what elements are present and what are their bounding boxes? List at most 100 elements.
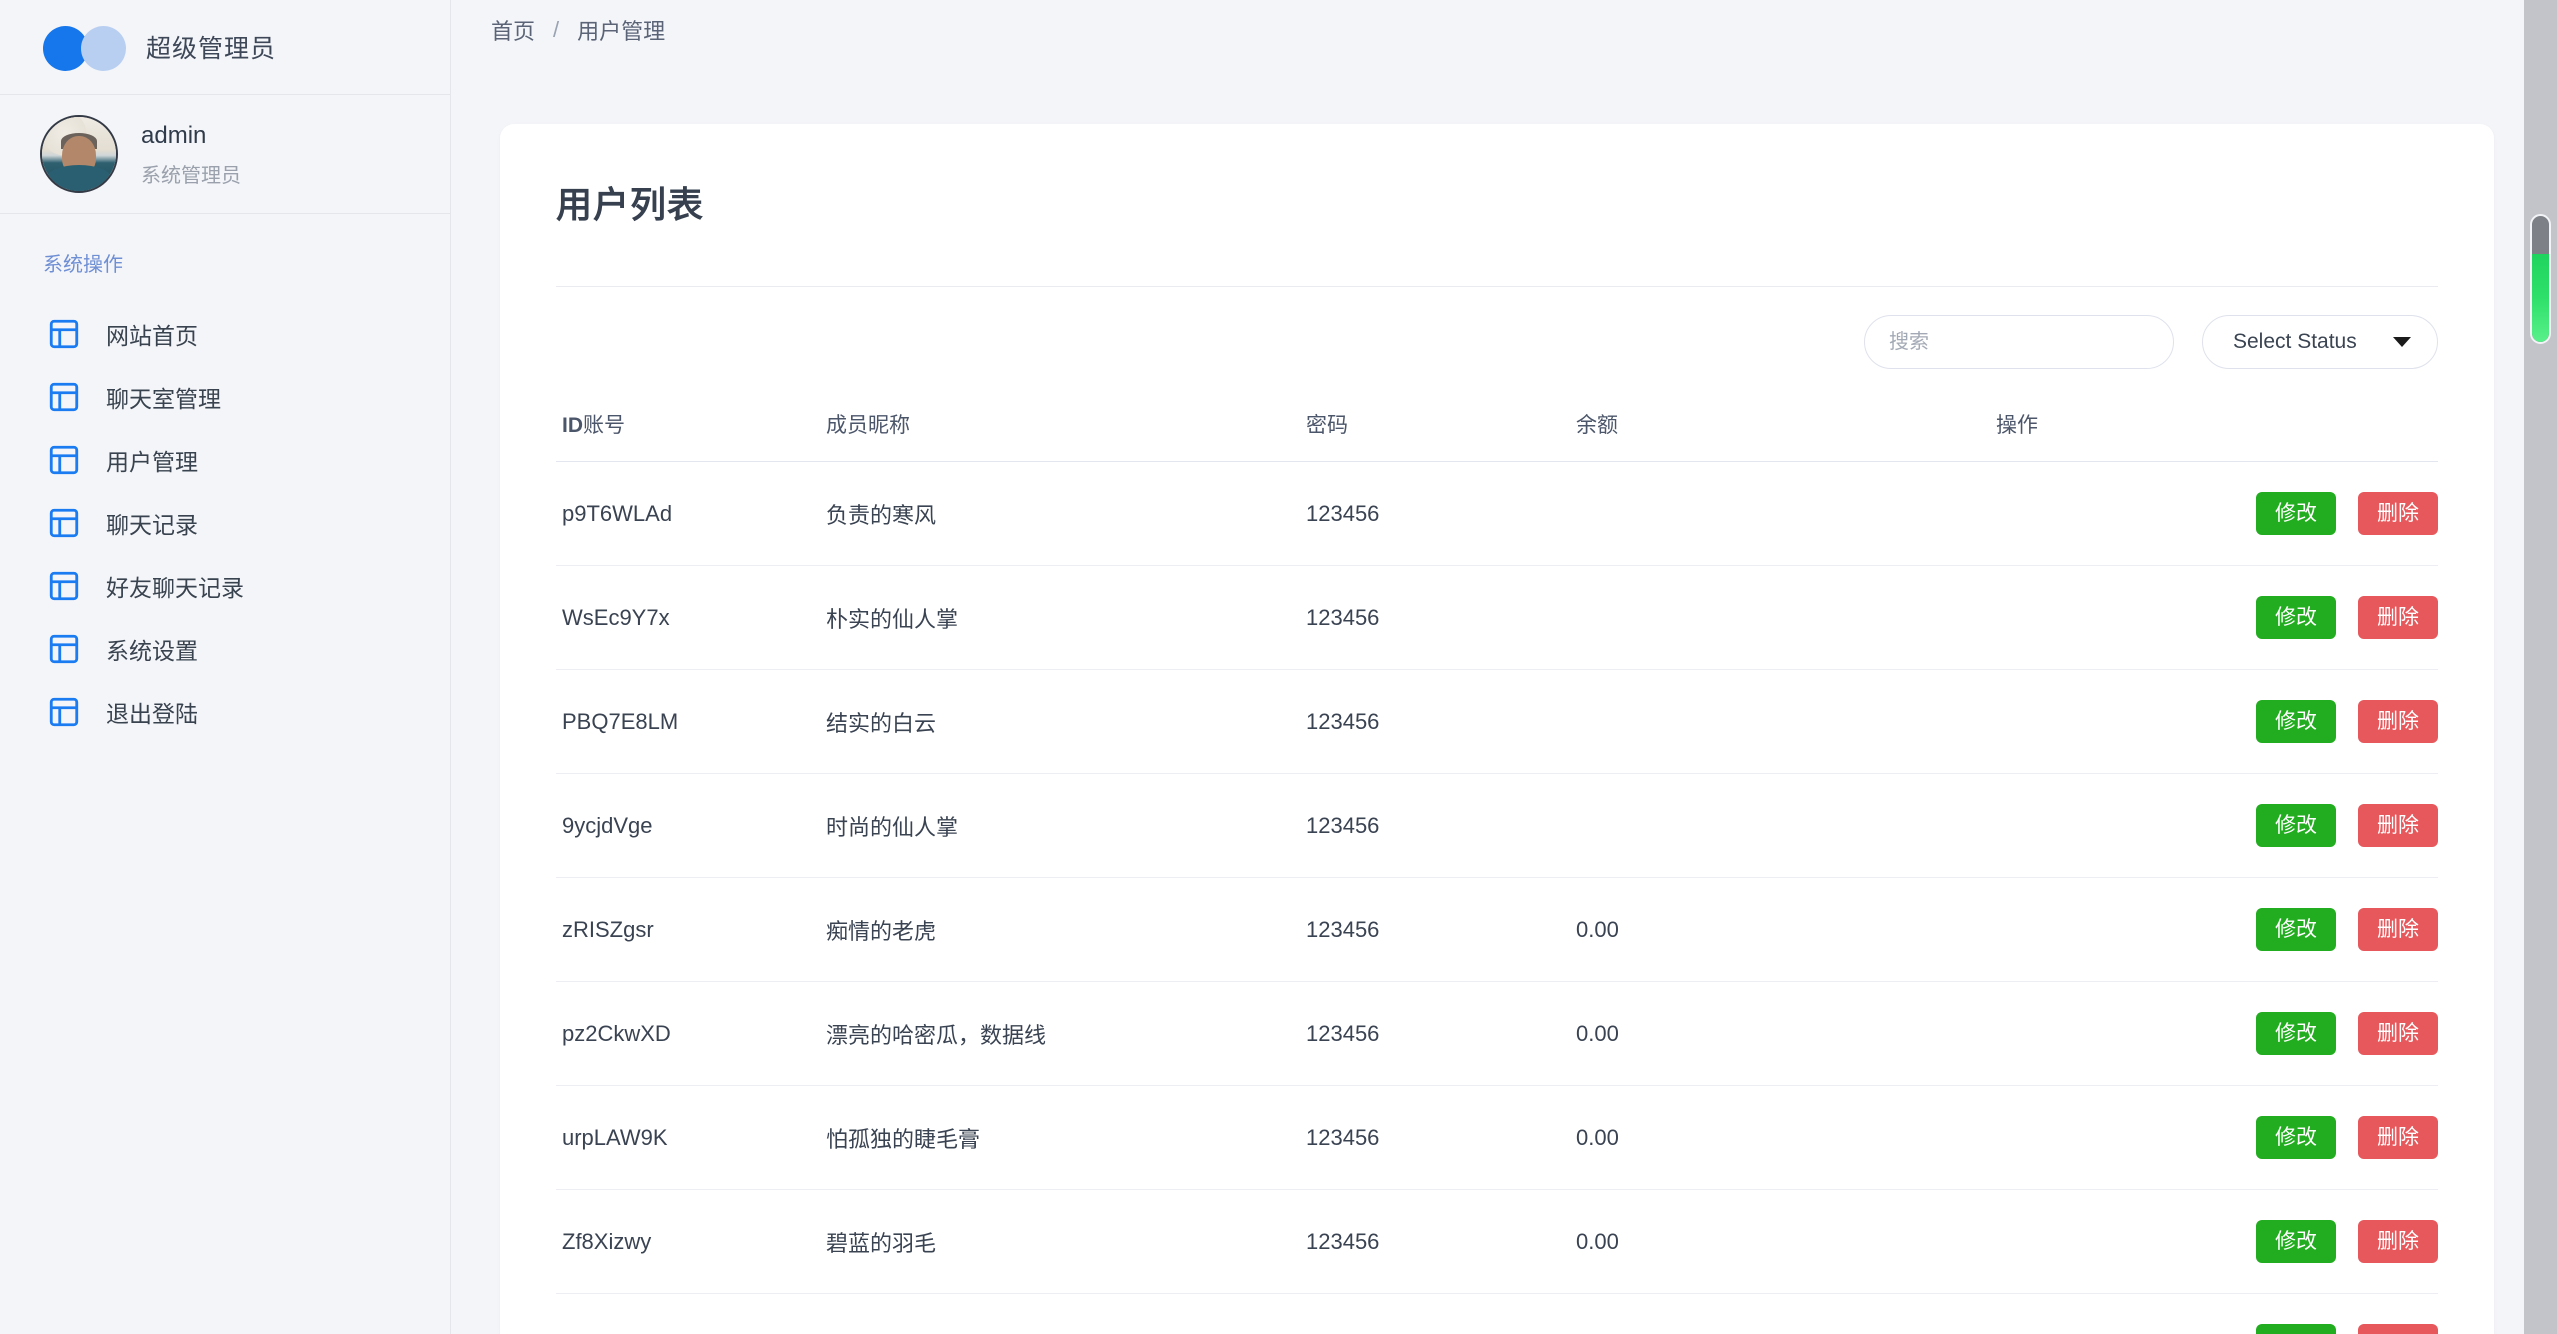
cell-actions: 修改删除 [1996,1189,2438,1294]
scrollbar-progress-fill [2532,253,2549,342]
cell-balance [1576,669,1996,774]
app-root: 超级管理员 admin 系统管理员 系统操作 网站首页 聊天室管理 用户管理 聊… [0,0,2557,1334]
layout-icon [47,443,81,477]
cell-balance [1576,773,1996,878]
cell-id: p9T6WLAd [556,461,826,566]
cell-actions: 修改删除 [1996,877,2438,982]
cell-balance: 0.00 [1576,1293,1996,1334]
table-row: pz2CkwXD 漂亮的哈密瓜，数据线 123456 0.00 修改 删除 [556,981,2438,1086]
column-header-balance: 余额 [1576,399,1996,462]
cell-actions: 修改删除 [1996,1085,2438,1190]
sidebar-nav: 系统操作 网站首页 聊天室管理 用户管理 聊天记录 好友聊天记录 系统设置 退出… [0,214,450,743]
users-table: ID账号 成员昵称 密码 余额 操作 p9T6WLAd 负责的寒风 123456 [556,399,2438,1334]
table-toolbar: Select Status [500,287,2494,369]
cell-password: 123456 [1306,773,1576,878]
cell-nickname: 漂亮的哈密瓜，数据线 [826,981,1306,1086]
profile-name: admin [141,122,207,150]
column-header-nickname: 成员昵称 [826,399,1306,462]
delete-button[interactable]: 删除 [2358,1324,2438,1334]
delete-button[interactable]: 删除 [2358,492,2438,535]
layout-icon [47,317,81,351]
users-table-head: ID账号 成员昵称 密码 余额 操作 [556,399,2438,462]
cell-nickname: 痴情的老虎 [826,877,1306,982]
cell-nickname: 朴实的仙人掌 [826,565,1306,670]
page-scrollbar-thumb[interactable] [2530,214,2551,344]
cell-id: zRISZgsr [556,877,826,982]
delete-button[interactable]: 删除 [2358,1220,2438,1263]
breadcrumb-home[interactable]: 首页 [491,14,535,46]
edit-button[interactable]: 修改 [2256,1116,2336,1159]
layout-icon [47,506,81,540]
table-header-row: ID账号 成员昵称 密码 余额 操作 [556,399,2438,462]
sidebar-item-friend-chat-records[interactable]: 好友聊天记录 [0,554,450,617]
table-row: urpLAW9K 怕孤独的睫毛膏 123456 0.00 修改 删除 [556,1085,2438,1190]
cell-actions: 修改删除 [1996,669,2438,774]
cell-id: Zf8Xizwy [556,1189,826,1294]
page-scrollbar-track[interactable] [2524,0,2557,1334]
edit-button[interactable]: 修改 [2256,1220,2336,1263]
edit-button[interactable]: 修改 [2256,596,2336,639]
cell-id: pz2CkwXD [556,981,826,1086]
cell-balance [1576,461,1996,566]
cell-password: 123456 [1306,669,1576,774]
cell-password: 123456 [1306,1189,1576,1294]
edit-button[interactable]: 修改 [2256,492,2336,535]
search-input[interactable] [1864,315,2174,369]
delete-button[interactable]: 删除 [2358,700,2438,743]
nav-section-label: 系统操作 [43,254,123,276]
edit-button[interactable]: 修改 [2256,700,2336,743]
breadcrumb: 首页 / 用户管理 [451,0,2557,60]
main-content: 首页 / 用户管理 用户列表 Select Status ID账号 成员昵称 [451,0,2557,1334]
user-profile[interactable]: admin 系统管理员 [0,95,450,214]
cell-balance [1576,565,1996,670]
layout-icon [47,695,81,729]
cell-actions: 修改删除 [1996,981,2438,1086]
brand-title: 超级管理员 [146,35,277,63]
layout-icon [47,380,81,414]
cell-id: WsEc9Y7x [556,565,826,670]
status-filter-select[interactable]: Select Status [2202,315,2438,369]
avatar [40,115,118,193]
table-row: IPvyObFt 虚心的钢笔 123456 0.00 修改 删除 [556,1293,2438,1334]
sidebar-item-home[interactable]: 网站首页 [0,302,450,365]
cell-id: IPvyObFt [556,1293,826,1334]
delete-button[interactable]: 删除 [2358,1012,2438,1055]
cell-password: 123456 [1306,877,1576,982]
chevron-down-icon [2393,337,2411,347]
sidebar-item-label: 网站首页 [106,322,198,349]
sidebar-item-label: 系统设置 [106,637,198,664]
delete-button[interactable]: 删除 [2358,596,2438,639]
edit-button[interactable]: 修改 [2256,804,2336,847]
cell-balance: 0.00 [1576,877,1996,982]
sidebar-item-chatroom[interactable]: 聊天室管理 [0,365,450,428]
logo-circle-secondary [81,25,126,71]
sidebar-item-logout[interactable]: 退出登陆 [0,680,450,743]
user-list-card: 用户列表 Select Status ID账号 成员昵称 密码 余额 操作 [500,124,2494,1334]
delete-button[interactable]: 删除 [2358,804,2438,847]
edit-button[interactable]: 修改 [2256,1012,2336,1055]
users-table-body: p9T6WLAd 负责的寒风 123456 修改 删除 WsEc9Y7x 朴实的仙… [556,461,2438,1334]
cell-password: 123456 [1306,1293,1576,1334]
delete-button[interactable]: 删除 [2358,908,2438,951]
cell-password: 123456 [1306,981,1576,1086]
delete-button[interactable]: 删除 [2358,1116,2438,1159]
sidebar-item-settings[interactable]: 系统设置 [0,617,450,680]
page-title: 用户列表 [556,184,705,225]
cell-nickname: 负责的寒风 [826,461,1306,566]
cell-nickname: 碧蓝的羽毛 [826,1189,1306,1294]
edit-button[interactable]: 修改 [2256,908,2336,951]
edit-button[interactable]: 修改 [2256,1324,2336,1334]
sidebar-brand: 超级管理员 [0,0,450,95]
column-header-id-suffix: 账号 [583,414,625,437]
table-row: PBQ7E8LM 结实的白云 123456 修改 删除 [556,669,2438,774]
status-filter-label: Select Status [2233,330,2357,353]
cell-balance: 0.00 [1576,981,1996,1086]
sidebar-item-chat-records[interactable]: 聊天记录 [0,491,450,554]
column-header-actions: 操作 [1996,399,2438,462]
cell-balance: 0.00 [1576,1085,1996,1190]
sidebar-item-user-management[interactable]: 用户管理 [0,428,450,491]
breadcrumb-separator: / [553,17,560,42]
sidebar-item-label: 聊天室管理 [106,385,221,412]
cell-id: urpLAW9K [556,1085,826,1190]
layout-icon [47,569,81,603]
